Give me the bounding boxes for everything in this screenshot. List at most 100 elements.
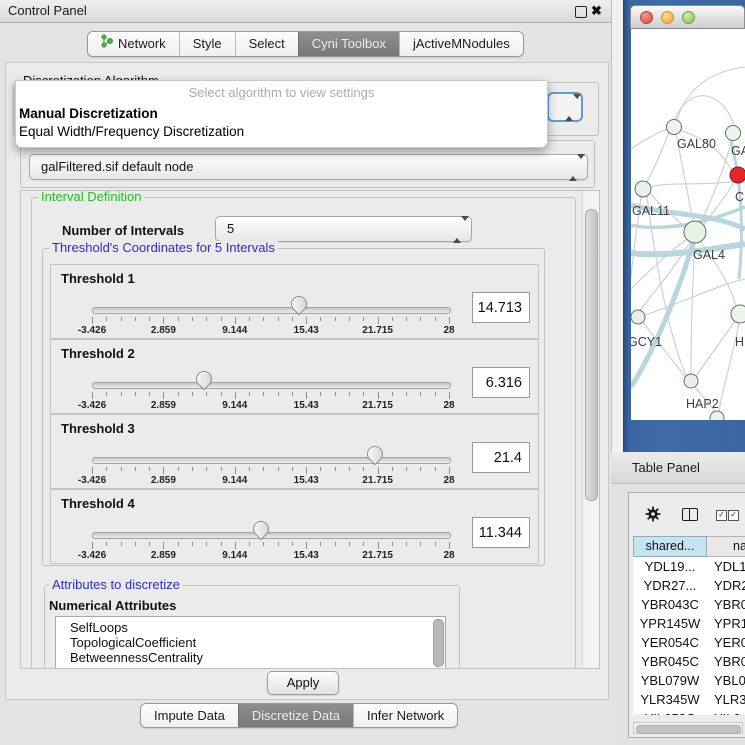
threshold-value-field[interactable]: 11.344 [472, 517, 530, 548]
tab-impute-data[interactable]: Impute Data [141, 704, 238, 727]
tab-jactivemnodules[interactable]: jActiveMNodules [399, 32, 523, 56]
vertical-scrollbar-thumb[interactable] [585, 209, 598, 501]
close-icon[interactable]: ✖ [591, 2, 602, 20]
table-cell[interactable]: YDL1 [714, 557, 745, 576]
table-cell[interactable]: YBR0 [714, 595, 745, 614]
slider-tick-labels: -3.4262.8599.14415.4321.71528 [51, 475, 538, 486]
list-item[interactable]: BetweennessCentrality [70, 650, 203, 665]
table-cell[interactable]: YBR0 [714, 652, 745, 671]
table-row[interactable]: YBL079W YBL0 [633, 671, 745, 690]
table-cell[interactable]: YBR045C [633, 652, 707, 671]
table-cell[interactable]: YDL19... [633, 557, 707, 576]
slider-track[interactable] [92, 382, 451, 389]
thick-edges [631, 141, 745, 387]
minimize-traffic-icon[interactable] [661, 11, 674, 24]
column-header-name[interactable]: na [707, 536, 745, 557]
control-panel-titlebar: Control Panel ✖ [0, 0, 611, 23]
slider-tick-labels: -3.4262.8599.14415.4321.71528 [51, 550, 538, 561]
panel-title: Control Panel [8, 0, 87, 22]
network-node-HAP2[interactable] [684, 374, 698, 388]
table-cell[interactable]: YIL0 [714, 709, 741, 715]
checkbox-icon[interactable]: ✓ [728, 510, 739, 521]
network-node-GCY1[interactable] [631, 310, 645, 324]
horizontal-scrollbar-thumb[interactable] [636, 725, 741, 734]
threshold-panel: Threshold 1 -3.4262.8599.14415.4321.7152… [50, 264, 539, 339]
spinner-arrows-icon [453, 221, 462, 237]
network-node-label: HAP2 [686, 397, 719, 411]
tab-style[interactable]: Style [179, 32, 235, 56]
table-cell[interactable]: YBL079W [633, 671, 707, 690]
table-row[interactable]: YIL052C YIL0 [633, 709, 745, 715]
list-item[interactable]: SelfLoops [70, 620, 128, 635]
table-cell[interactable]: YLR3 [714, 690, 745, 709]
algorithm-combobox[interactable] [547, 92, 583, 122]
dropdown-option-manual[interactable]: Manual Discretization [19, 106, 158, 121]
network-node-label: GAL80 [677, 137, 716, 151]
table-cell[interactable]: YPR1 [714, 614, 745, 633]
network-node-C[interactable] [730, 167, 745, 183]
tab-infer-network[interactable]: Infer Network [353, 704, 457, 727]
table-cell[interactable]: YER054C [633, 633, 707, 652]
horizontal-scrollbar[interactable] [633, 722, 743, 734]
table-row[interactable]: YPR145W YPR1 [633, 614, 745, 633]
table-row[interactable]: YDL19... YDL1 [633, 557, 745, 576]
float-window-icon[interactable] [575, 6, 587, 18]
slider-track[interactable] [92, 532, 451, 539]
table-data-combobox[interactable]: galFiltered.sif default node [29, 154, 588, 180]
spinner-arrows-icon [569, 159, 578, 175]
maximize-traffic-icon[interactable] [682, 11, 695, 24]
tab-network[interactable]: Network [88, 32, 179, 56]
threshold-value-field[interactable]: 21.4 [472, 442, 530, 473]
table-row[interactable]: YER054C YER0 [633, 633, 745, 652]
table-row[interactable]: YBR043C YBR0 [633, 595, 745, 614]
checkbox-icon[interactable]: ✓ [716, 510, 727, 521]
close-traffic-icon[interactable] [640, 11, 653, 24]
table-data-value: galFiltered.sif default node [41, 155, 193, 179]
num-intervals-combobox[interactable]: 5 [215, 216, 472, 242]
network-node-label: GCY1 [631, 335, 662, 349]
settings-scroll-viewport: Interval Definition Number of Intervals … [20, 190, 600, 669]
network-node-label: C [735, 190, 744, 204]
network-node-node[interactable] [710, 411, 724, 420]
gear-icon[interactable] [645, 506, 661, 527]
split-columns-icon[interactable] [682, 508, 698, 521]
vertical-scrollbar[interactable] [582, 191, 600, 668]
threshold-value-field[interactable]: 14.713 [472, 292, 530, 323]
table-row[interactable]: YDR27... YDR2 [633, 576, 745, 595]
table-cell[interactable]: YBL0 [714, 671, 745, 690]
table-cell[interactable]: YIL052C [633, 709, 707, 715]
network-node-label: GAL4 [693, 248, 725, 262]
tab-cyni-toolbox[interactable]: Cyni Toolbox [298, 32, 399, 56]
table-cell[interactable]: YDR27... [633, 576, 707, 595]
network-node-GA[interactable] [726, 126, 741, 141]
table-cell[interactable]: YDR2 [714, 576, 745, 595]
slider-track[interactable] [92, 307, 451, 314]
apply-button[interactable]: Apply [267, 671, 339, 695]
network-node-H[interactable] [731, 305, 745, 323]
tab-select[interactable]: Select [235, 32, 298, 56]
attributes-group: Attributes to discretize Numerical Attri… [44, 585, 460, 669]
list-item[interactable]: TopologicalCoefficient [70, 635, 196, 650]
network-window-titlebar[interactable] [630, 5, 745, 29]
column-header-shared-name[interactable]: shared... [633, 536, 707, 557]
dropdown-option-equal-width[interactable]: Equal Width/Frequency Discretization [19, 124, 244, 139]
threshold-label: Threshold 2 [61, 346, 135, 361]
table-cell[interactable]: YBR043C [633, 595, 707, 614]
table-cell[interactable]: YLR345W [633, 690, 707, 709]
table-row[interactable]: YLR345W YLR3 [633, 690, 745, 709]
slider-track[interactable] [92, 457, 451, 464]
toolbox-tab-bar: Network Style Select Cyni Toolbox jActiv… [87, 31, 524, 57]
table-cell[interactable]: YPR145W [633, 614, 707, 633]
num-intervals-label: Number of Intervals [62, 223, 184, 238]
list-scrollbar-thumb[interactable] [433, 619, 444, 667]
table-row[interactable]: YBR045C YBR0 [633, 652, 745, 671]
network-canvas[interactable]: GAL80GACGAL11GAL4GCY1HHAP2 [631, 29, 745, 420]
tab-discretize-data[interactable]: Discretize Data [238, 704, 353, 727]
network-node-GAL4[interactable] [684, 221, 706, 243]
network-node-GAL80[interactable] [667, 120, 682, 135]
threshold-value-field[interactable]: 6.316 [472, 367, 530, 398]
table-cell[interactable]: YER0 [714, 633, 745, 652]
network-node-GAL11[interactable] [635, 181, 651, 197]
network-node-label: H [735, 335, 744, 349]
network-node-label: GAL11 [632, 204, 670, 218]
